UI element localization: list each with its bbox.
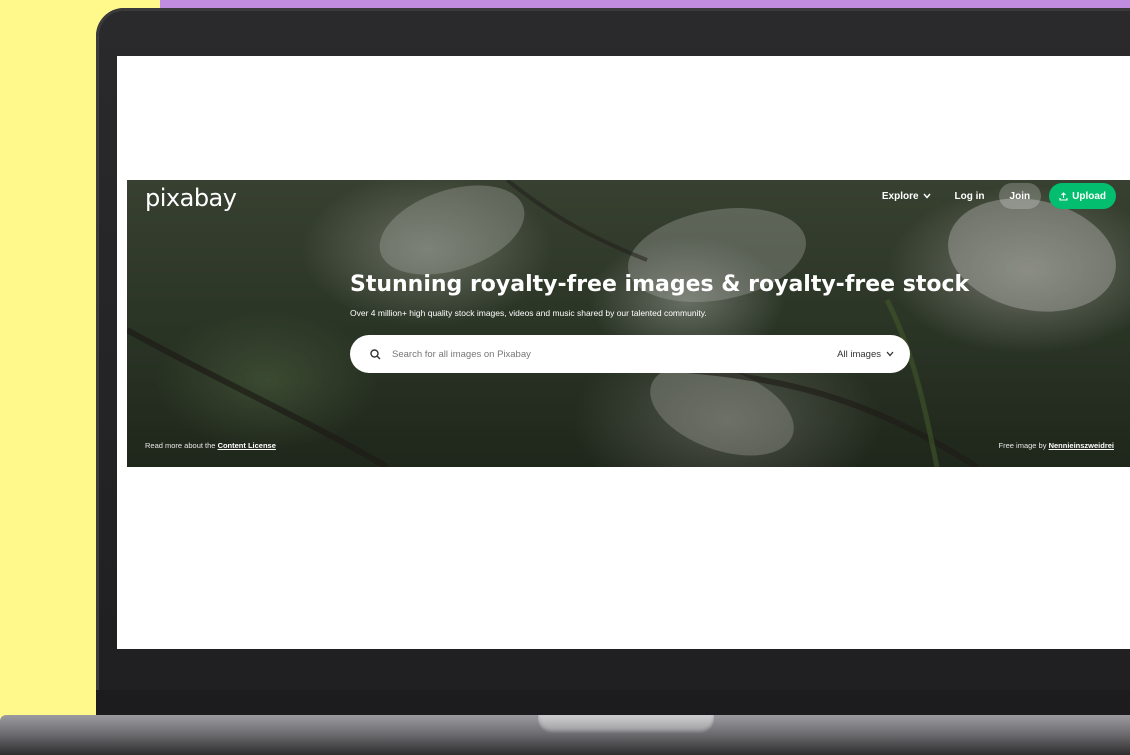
image-type-label: All images: [837, 348, 881, 360]
explore-label: Explore: [881, 190, 919, 202]
license-notice: Read more about the Content License: [145, 441, 276, 450]
hero-subline: Over 4 million+ high quality stock image…: [350, 308, 707, 318]
top-nav: Explore Log in Join Upload: [882, 183, 1116, 209]
author-link[interactable]: Nennieinszweidrei: [1049, 441, 1114, 450]
credit-prefix: Free image by: [998, 441, 1047, 450]
laptop-base-notch: [538, 715, 714, 733]
upload-button[interactable]: Upload: [1049, 183, 1116, 209]
upload-label: Upload: [1072, 190, 1106, 202]
hero-headline: Stunning royalty-free images & royalty-f…: [350, 272, 970, 297]
search-bar: All images: [350, 335, 910, 373]
license-prefix: Read more about the: [145, 441, 216, 450]
hero-banner: pixabay Explore Log in Join Upload Stunn…: [127, 180, 1130, 467]
chevron-down-icon: [923, 193, 931, 199]
laptop-bezel-bottom: [96, 690, 1130, 718]
search-input[interactable]: [390, 347, 814, 361]
join-button[interactable]: Join: [998, 183, 1042, 209]
hero-overlay: [127, 180, 1130, 467]
image-type-dropdown[interactable]: All images: [837, 349, 894, 360]
login-link[interactable]: Log in: [955, 191, 985, 202]
background-purple-bar: [160, 0, 1130, 8]
image-credit: Free image by Nennieinszweidrei: [999, 441, 1114, 450]
search-icon[interactable]: [370, 347, 384, 361]
upload-icon: [1059, 191, 1068, 201]
content-license-link[interactable]: Content License: [218, 441, 276, 450]
explore-menu[interactable]: Explore: [882, 191, 931, 202]
chevron-down-icon: [886, 351, 894, 357]
pixabay-logo[interactable]: pixabay: [145, 184, 237, 212]
